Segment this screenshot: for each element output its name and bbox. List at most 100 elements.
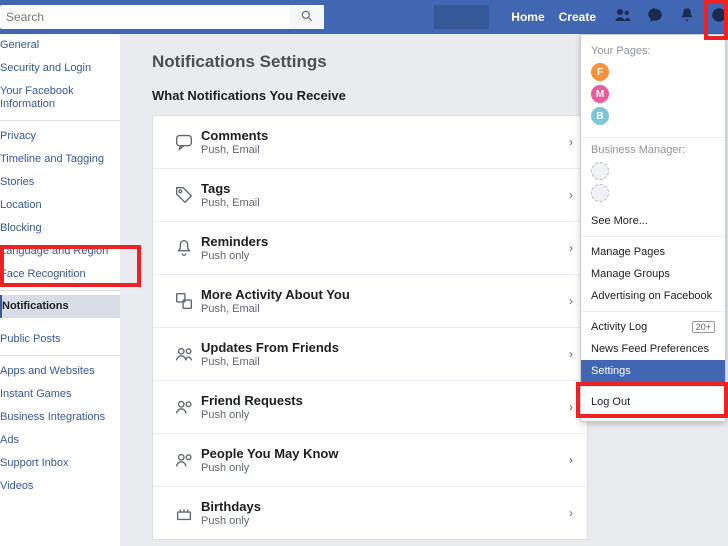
sidebar-item-face[interactable]: Face Recognition xyxy=(0,263,120,286)
messenger-icon[interactable] xyxy=(646,6,664,29)
activity-badge: 20+ xyxy=(692,321,715,333)
search-button[interactable] xyxy=(290,5,324,29)
separator xyxy=(581,236,725,237)
friends-update-icon xyxy=(167,343,201,365)
row-title: Updates From Friends xyxy=(201,340,569,355)
sidebar-item-notifications[interactable]: Notifications xyxy=(0,295,120,318)
dd-manage-groups[interactable]: Manage Groups xyxy=(581,263,725,285)
nav-links: Home Create xyxy=(511,10,596,24)
tag-icon xyxy=(167,184,201,206)
sidebar-item-location[interactable]: Location xyxy=(0,194,120,217)
pymk-icon xyxy=(167,449,201,471)
friend-request-icon xyxy=(167,396,201,418)
settings-sidebar: General Security and Login Your Facebook… xyxy=(0,34,120,546)
sidebar-item-security[interactable]: Security and Login xyxy=(0,57,120,80)
row-sub: Push, Email xyxy=(201,144,569,156)
sidebar-item-bizint[interactable]: Business Integrations xyxy=(0,406,120,429)
chevron-right-icon: › xyxy=(569,400,573,414)
dd-pages-list: F M B xyxy=(581,63,725,133)
page-avatar[interactable]: B xyxy=(591,107,609,125)
dd-settings[interactable]: Settings xyxy=(581,360,725,382)
row-title: Comments xyxy=(201,128,569,143)
dd-see-more[interactable]: See More... xyxy=(581,210,725,232)
page-title: Notifications Settings xyxy=(152,52,588,72)
account-dropdown: Your Pages: F M B Business Manager: See … xyxy=(580,34,726,422)
chevron-right-icon: › xyxy=(569,347,573,361)
bell-outline-icon xyxy=(167,237,201,259)
row-reminders[interactable]: RemindersPush only › xyxy=(153,222,587,275)
row-sub: Push only xyxy=(201,515,569,527)
row-sub: Push, Email xyxy=(201,356,569,368)
birthday-icon xyxy=(167,502,201,524)
sidebar-item-apps[interactable]: Apps and Websites xyxy=(0,360,120,383)
row-title: People You May Know xyxy=(201,446,569,461)
bell-icon[interactable] xyxy=(678,6,696,29)
dd-bm-list xyxy=(581,162,725,210)
nav-home[interactable]: Home xyxy=(511,10,544,24)
row-title: More Activity About You xyxy=(201,287,569,302)
separator xyxy=(581,311,725,312)
sidebar-item-yourinfo[interactable]: Your Facebook Information xyxy=(0,80,120,116)
search-input[interactable] xyxy=(0,10,290,24)
row-sub: Push only xyxy=(201,250,569,262)
sidebar-item-blocking[interactable]: Blocking xyxy=(0,217,120,240)
nav-create[interactable]: Create xyxy=(559,10,596,24)
row-pymk[interactable]: People You May KnowPush only › xyxy=(153,434,587,487)
sidebar-item-blank[interactable] xyxy=(0,318,120,328)
separator xyxy=(581,386,725,387)
row-activity[interactable]: More Activity About YouPush, Email › xyxy=(153,275,587,328)
chevron-right-icon: › xyxy=(569,188,573,202)
sidebar-item-public[interactable]: Public Posts xyxy=(0,328,120,351)
section-title: What Notifications You Receive xyxy=(152,88,588,103)
row-updates[interactable]: Updates From FriendsPush, Email › xyxy=(153,328,587,381)
dd-item-label: See More... xyxy=(591,215,648,227)
sidebar-item-games[interactable]: Instant Games xyxy=(0,383,120,406)
sidebar-item-timeline[interactable]: Timeline and Tagging xyxy=(0,148,120,171)
search-wrap xyxy=(0,5,324,29)
dd-item-label: News Feed Preferences xyxy=(591,343,709,355)
row-tags[interactable]: TagsPush, Email › xyxy=(153,169,587,222)
row-comments[interactable]: CommentsPush, Email › xyxy=(153,116,587,169)
sidebar-item-ads[interactable]: Ads xyxy=(0,429,120,452)
chevron-right-icon: › xyxy=(569,241,573,255)
dd-activity-log[interactable]: Activity Log 20+ xyxy=(581,316,725,338)
friends-icon[interactable] xyxy=(614,6,632,29)
dd-newsfeed-prefs[interactable]: News Feed Preferences xyxy=(581,338,725,360)
sidebar-item-privacy[interactable]: Privacy xyxy=(0,125,120,148)
bm-avatar[interactable] xyxy=(591,162,609,180)
search-icon xyxy=(300,9,314,26)
row-title: Friend Requests xyxy=(201,393,569,408)
chevron-right-icon: › xyxy=(569,294,573,308)
dd-item-label: Log Out xyxy=(591,396,630,408)
row-title: Reminders xyxy=(201,234,569,249)
row-title: Tags xyxy=(201,181,569,196)
dd-item-label: Manage Groups xyxy=(591,268,670,280)
sidebar-item-general[interactable]: General xyxy=(0,34,120,57)
comment-icon xyxy=(167,131,201,153)
notif-card: CommentsPush, Email › TagsPush, Email › … xyxy=(152,115,588,540)
dd-item-label: Activity Log xyxy=(591,321,647,333)
dd-bm-label: Business Manager: xyxy=(581,142,725,162)
sidebar-item-stories[interactable]: Stories xyxy=(0,171,120,194)
row-friendreq[interactable]: Friend RequestsPush only › xyxy=(153,381,587,434)
nav-icons xyxy=(614,6,728,29)
page-avatar[interactable]: M xyxy=(591,85,609,103)
separator xyxy=(0,120,120,121)
topbar: Home Create xyxy=(0,0,728,34)
bm-avatar[interactable] xyxy=(591,184,609,202)
dd-item-label: Settings xyxy=(591,365,631,377)
dd-advertising[interactable]: Advertising on Facebook xyxy=(581,285,725,307)
separator xyxy=(581,137,725,138)
activity-icon xyxy=(167,290,201,312)
dd-manage-pages[interactable]: Manage Pages xyxy=(581,241,725,263)
profile-shortcut[interactable] xyxy=(434,5,489,29)
row-birthdays[interactable]: BirthdaysPush only › xyxy=(153,487,587,539)
sidebar-item-videos[interactable]: Videos xyxy=(0,475,120,498)
dd-logout[interactable]: Log Out xyxy=(581,391,725,413)
page-avatar[interactable]: F xyxy=(591,63,609,81)
sidebar-item-language[interactable]: Language and Region xyxy=(0,240,120,263)
row-title: Birthdays xyxy=(201,499,569,514)
help-icon[interactable] xyxy=(710,6,728,29)
sidebar-item-support[interactable]: Support Inbox xyxy=(0,452,120,475)
row-sub: Push, Email xyxy=(201,303,569,315)
